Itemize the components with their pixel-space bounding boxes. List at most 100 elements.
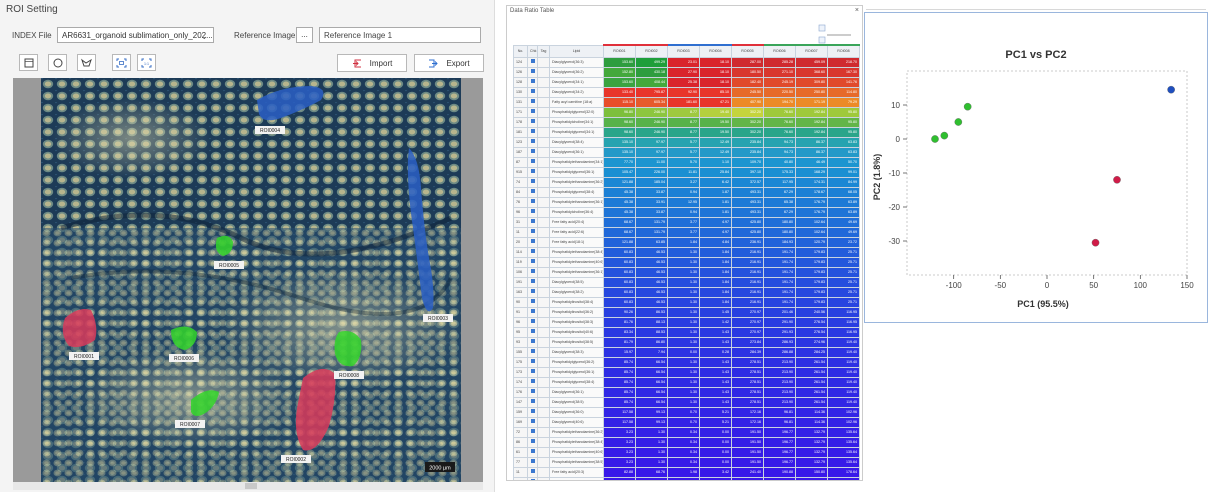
- table-row[interactable]: 72 Phosphatidylethanolamine(36:2) 3.23 1.30…: [513, 426, 860, 438]
- table-row[interactable]: 147 Diacylglycerol(38:5) 85.74 66.54 1.30 1.4…: [513, 396, 860, 408]
- table-row[interactable]: 155 Diacylglycerol(38:3) 15.97 7.94 0.00 0.28…: [513, 346, 860, 358]
- table-row[interactable]: 84 Phosphatidylglycerol(38:4) 45.38 33.87 0.…: [513, 186, 860, 198]
- index-file-select[interactable]: AR6631_organoid sublimation_only_202... …: [57, 27, 214, 43]
- row-checkbox[interactable]: [527, 176, 538, 188]
- export-button[interactable]: Export: [414, 54, 484, 72]
- column-header[interactable]: ROI007: [795, 44, 828, 58]
- row-checkbox[interactable]: [527, 206, 538, 218]
- row-checkbox[interactable]: [527, 166, 538, 178]
- table-row[interactable]: 95 Phosphatidylinositol(40:6) 83.34 88.53 1.…: [513, 326, 860, 338]
- row-checkbox[interactable]: [527, 386, 538, 398]
- column-header[interactable]: No.: [513, 44, 528, 58]
- table-row[interactable]: 93 Phosphatidylinositol(38:5) 81.79 86.80 1.…: [513, 336, 860, 348]
- table-row[interactable]: 181 Phosphatidylglycerol(34:1) 98.60 246.90…: [513, 126, 860, 138]
- row-checkbox[interactable]: [527, 56, 538, 68]
- tissue-image-viewer[interactable]: ROI0004 ROI0003 ROI0005 ROI0001 ROI0006 …: [13, 78, 483, 482]
- row-checkbox[interactable]: [527, 266, 538, 278]
- row-checkbox[interactable]: [527, 256, 538, 268]
- reference-image-field[interactable]: Reference Image 1: [319, 27, 481, 43]
- column-header[interactable]: ROI005: [731, 44, 764, 58]
- row-checkbox[interactable]: [527, 246, 538, 258]
- table-row[interactable]: 187 Diacylglycerol(36:1) 135.10 97.97 5.77 12…: [513, 146, 860, 158]
- table-row[interactable]: 126 Diacylglycerol(36:2) 152.80 430.18 27.90…: [513, 66, 860, 78]
- fit-view-button[interactable]: [112, 54, 131, 71]
- table-row[interactable]: 119 Phosphatidylethanolamine(40:6) 60.83 46…: [513, 256, 860, 268]
- table-row[interactable]: 11 Free fatty acid(20:3) 82.88 68.76 1.98 3.4…: [513, 466, 860, 478]
- row-checkbox[interactable]: [527, 406, 538, 418]
- table-row[interactable]: 124 Diacylglycerol(36:3) 153.60 499.29 23.01…: [513, 56, 860, 68]
- table-row[interactable]: 175 Phosphatidylglycerol(36:2) 85.74 66.54 1…: [513, 356, 860, 368]
- column-header[interactable]: Tag: [537, 44, 550, 58]
- table-row[interactable]: 11 Free fatty acid(22:6) 68.67 131.79 3.77 4.…: [513, 226, 860, 238]
- row-checkbox[interactable]: [527, 236, 538, 248]
- row-checkbox[interactable]: [527, 156, 538, 168]
- row-checkbox[interactable]: [527, 466, 538, 478]
- table-row[interactable]: 74 Phosphatidylethanolamine(36:2) 121.88 18…: [513, 176, 860, 188]
- column-header[interactable]: ROI004: [699, 44, 732, 58]
- row-checkbox[interactable]: [527, 146, 538, 158]
- row-checkbox[interactable]: [527, 366, 538, 378]
- table-row[interactable]: 37 Free fatty acid(16:0)82.8868.761.983.4…: [513, 476, 860, 480]
- row-checkbox[interactable]: [527, 216, 538, 228]
- row-checkbox[interactable]: [527, 376, 538, 388]
- fit-ratio-button[interactable]: 1:1: [137, 54, 156, 71]
- lasso-tool-button[interactable]: [77, 54, 96, 71]
- table-row[interactable]: 171 Phosphatidylglycerol(32:0) 96.80 246.90…: [513, 106, 860, 118]
- table-row[interactable]: 61 Phosphatidylethanolamine(40:6) 3.23 1.30…: [513, 446, 860, 458]
- table-row[interactable]: 20 Free fatty acid(18:1) 121.88 63.85 1.84 4.…: [513, 236, 860, 248]
- table-row[interactable]: 123 Diacylglycerol(38:4) 135.10 97.97 5.77 12…: [513, 136, 860, 148]
- table-row[interactable]: 176 Diacylglycerol(36:1) 85.74 66.54 1.30 1.4…: [513, 386, 860, 398]
- table-row[interactable]: 31 Free fatty acid(20:4) 68.67 131.79 3.77 4.…: [513, 216, 860, 228]
- table-row[interactable]: 90 Phosphatidylinositol(38:4) 60.83 46.53 1.…: [513, 296, 860, 308]
- row-checkbox[interactable]: [527, 296, 538, 308]
- horizontal-scrollbar[interactable]: [13, 482, 483, 490]
- table-row[interactable]: 77 Phosphatidylethanolamine(38:5) 3.23 1.30…: [513, 456, 860, 468]
- row-checkbox[interactable]: [527, 346, 538, 358]
- table-row[interactable]: 128 Diacylglycerol(34:1) 153.60 408.44 25.38…: [513, 76, 860, 88]
- rectangle-tool-button[interactable]: [19, 54, 38, 71]
- column-header[interactable]: Lipid: [549, 44, 604, 58]
- table-row[interactable]: 159 Diacylglycerol(36:0) 117.58 99.13 0.70 5.…: [513, 406, 860, 418]
- row-checkbox[interactable]: [527, 106, 538, 118]
- zoom-slider[interactable]: [811, 24, 857, 44]
- roi-region[interactable]: [334, 331, 362, 367]
- column-header[interactable]: ROI002: [635, 44, 668, 58]
- column-header[interactable]: ROI008: [827, 44, 860, 58]
- close-icon[interactable]: ×: [855, 7, 859, 14]
- row-checkbox[interactable]: [527, 436, 538, 448]
- table-row[interactable]: 86 Phosphatidylethanolamine(38:4) 3.23 1.30…: [513, 436, 860, 448]
- table-row[interactable]: 191 Diacylglycerol(38:5) 60.83 46.53 1.30 1.8…: [513, 276, 860, 288]
- row-checkbox[interactable]: [527, 356, 538, 368]
- row-checkbox[interactable]: [527, 426, 538, 438]
- column-header[interactable]: ROI003: [667, 44, 700, 58]
- row-checkbox[interactable]: [527, 86, 538, 98]
- table-row[interactable]: 114 Phosphatidylethanolamine(38:4) 60.83 46…: [513, 246, 860, 258]
- row-checkbox[interactable]: [527, 476, 538, 480]
- row-checkbox[interactable]: [527, 76, 538, 88]
- row-checkbox[interactable]: [527, 456, 538, 468]
- row-checkbox[interactable]: [527, 306, 538, 318]
- column-header[interactable]: ROI001: [603, 44, 636, 58]
- row-checkbox[interactable]: [527, 226, 538, 238]
- table-row[interactable]: 91 Phosphatidylinositol(36:2) 90.26 86.53 1.…: [513, 306, 860, 318]
- row-checkbox[interactable]: [527, 116, 538, 128]
- row-checkbox[interactable]: [527, 196, 538, 208]
- row-checkbox[interactable]: [527, 446, 538, 458]
- table-row[interactable]: 76 Phosphatidylethanolamine(36:1) 45.38 33.…: [513, 196, 860, 208]
- table-row[interactable]: 915 Phosphatidylglycerol(36:1) 105.47 226.0…: [513, 166, 860, 178]
- ellipse-tool-button[interactable]: [48, 54, 67, 71]
- row-checkbox[interactable]: [527, 396, 538, 408]
- row-checkbox[interactable]: [527, 326, 538, 338]
- table-row[interactable]: 96 Phosphatidylcholine(36:4) 45.38 33.87 0.9…: [513, 206, 860, 218]
- row-checkbox[interactable]: [527, 336, 538, 348]
- row-checkbox[interactable]: [527, 286, 538, 298]
- table-row[interactable]: 178 Phosphatidylcholine(34:1) 98.60 246.90 8…: [513, 116, 860, 128]
- table-row[interactable]: 106 Phosphatidylethanolamine(36:1) 60.83 46…: [513, 266, 860, 278]
- table-row[interactable]: 130 Diacylglycerol(34:2) 133.40 795.87 92.90…: [513, 86, 860, 98]
- table-row[interactable]: 173 Phosphatidylglycerol(36:1) 85.74 66.54 1…: [513, 366, 860, 378]
- row-checkbox[interactable]: [527, 96, 538, 108]
- import-button[interactable]: Import: [337, 54, 407, 72]
- table-row[interactable]: 87 Phosphatidylethanolamine(34:1) 77.70 11.…: [513, 156, 860, 168]
- scrollbar-thumb[interactable]: [245, 483, 257, 489]
- reference-browse-button[interactable]: ...: [296, 27, 313, 43]
